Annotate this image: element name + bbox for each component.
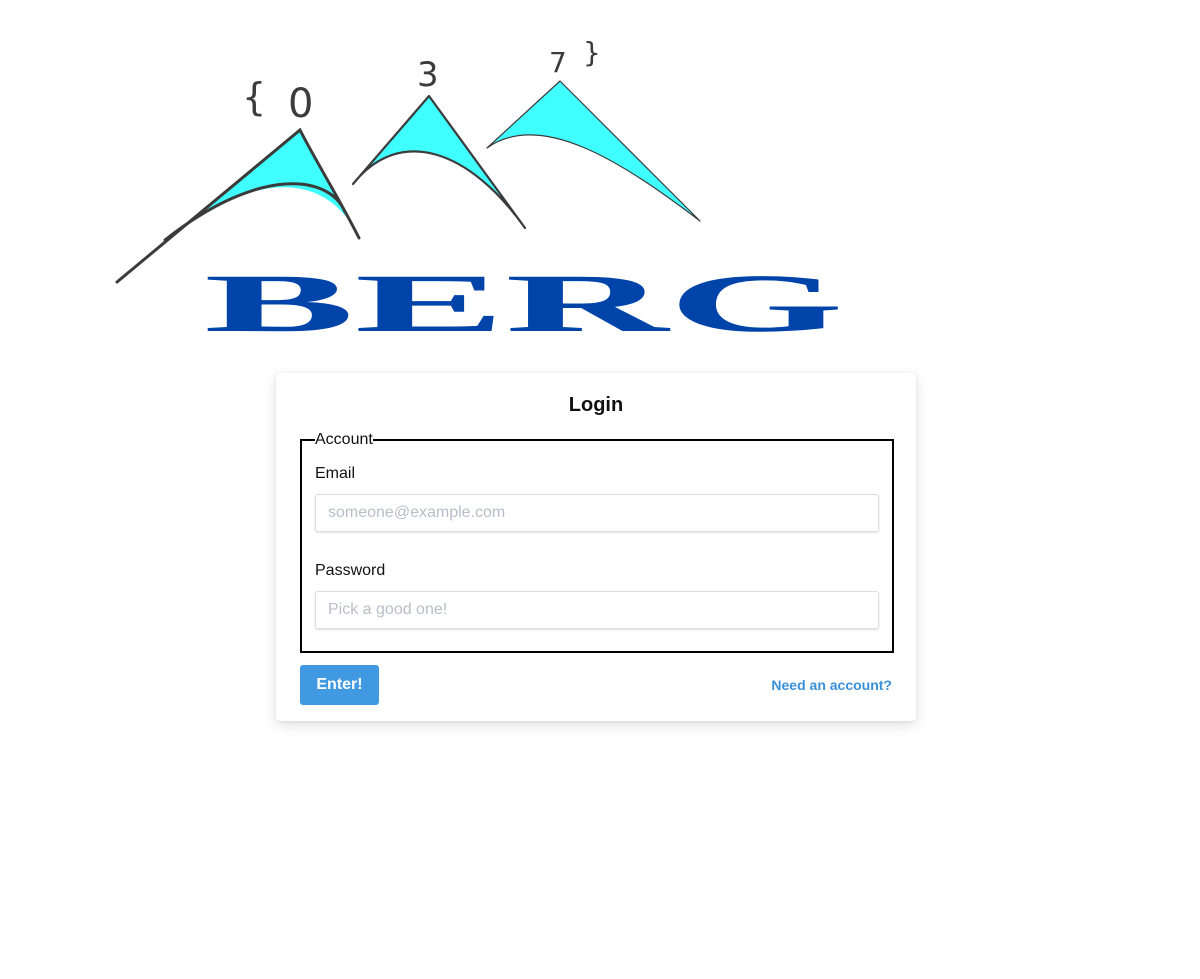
peak-middle: [351, 94, 527, 230]
account-legend: Account: [315, 431, 373, 448]
mountain-peaks: [115, 80, 701, 284]
enter-button[interactable]: Enter!: [300, 665, 379, 705]
berg-logo: { 0 3 7 } BERG: [115, 36, 844, 345]
need-account-link[interactable]: Need an account?: [771, 677, 892, 693]
password-field[interactable]: [315, 591, 879, 629]
login-page: { 0 3 7 } BERG Login Account Email Passw…: [0, 0, 1200, 979]
login-title: Login: [568, 394, 624, 416]
email-label: Email: [315, 465, 356, 482]
digit-three: 3: [417, 55, 439, 95]
digit-zero: 0: [288, 81, 313, 127]
brace-close: }: [583, 36, 601, 69]
email-field[interactable]: [315, 494, 879, 532]
password-label: Password: [315, 562, 386, 579]
digit-seven: 7: [549, 46, 567, 79]
login-card: Login Account Email Password Enter! Need…: [276, 373, 916, 721]
brace-open: {: [242, 75, 266, 119]
brand-wordmark: BERG: [204, 258, 844, 345]
account-fieldset: Account Email Password: [300, 431, 894, 653]
peak-right: [486, 80, 701, 222]
